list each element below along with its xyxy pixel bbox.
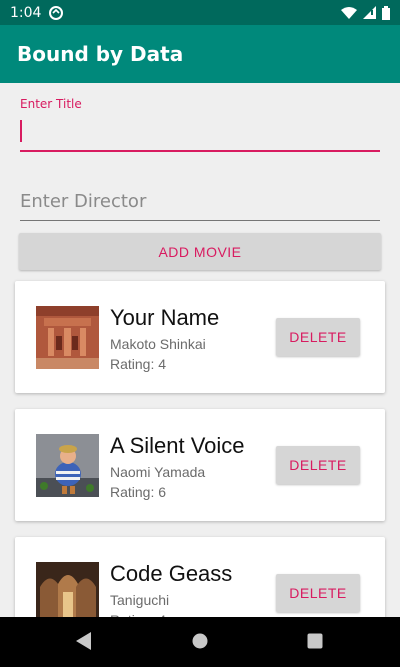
title-input[interactable]	[20, 112, 380, 150]
back-icon[interactable]	[76, 632, 92, 654]
status-time: 1:04	[10, 4, 42, 21]
movie-director: Makoto Shinkai	[110, 336, 206, 352]
delete-button[interactable]: DELETE	[276, 446, 360, 484]
navigation-bar	[0, 617, 400, 667]
director-field	[20, 182, 380, 221]
app-title: Bound by Data	[17, 42, 184, 66]
movie-title: Your Name	[110, 305, 220, 330]
screen: 1:04 Bound by Data Enter Title Enter Dir…	[0, 0, 400, 667]
delete-button[interactable]: DELETE	[276, 318, 360, 356]
movie-rating: Rating: 4	[110, 356, 167, 372]
movie-director: Taniguchi	[110, 592, 170, 608]
add-movie-button[interactable]: ADD MOVIE	[19, 233, 381, 270]
movie-rating: Rating: 6	[110, 484, 167, 500]
director-underline	[20, 220, 380, 221]
movie-card: A Silent Voice Naomi Yamada Rating: 6 DE…	[15, 409, 385, 521]
title-field-label: Enter Title	[20, 97, 82, 111]
signal-icon	[363, 6, 376, 19]
petra-building-image	[36, 306, 99, 369]
recents-icon[interactable]	[307, 632, 323, 654]
do-not-disturb-icon	[49, 5, 64, 20]
movie-card: Your Name Makoto Shinkai Rating: 4 DELET…	[15, 281, 385, 393]
movie-title: Code Geass	[110, 561, 233, 586]
delete-button[interactable]: DELETE	[276, 574, 360, 612]
cloister-arches-image	[36, 562, 99, 625]
home-icon[interactable]	[192, 632, 208, 654]
status-bar: 1:04	[0, 0, 400, 25]
director-input[interactable]	[20, 182, 380, 220]
text-cursor	[20, 120, 22, 142]
movie-title: A Silent Voice	[110, 433, 245, 458]
wifi-icon	[341, 6, 357, 19]
movie-director: Naomi Yamada	[110, 464, 206, 480]
title-field: Enter Title	[20, 96, 380, 152]
title-underline	[20, 150, 380, 152]
battery-icon	[382, 5, 390, 20]
app-bar: Bound by Data	[0, 25, 400, 83]
figurine-image	[36, 434, 99, 497]
